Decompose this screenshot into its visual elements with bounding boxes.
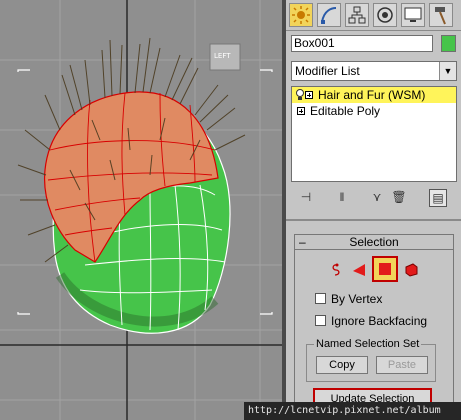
- stack-item-label: Hair and Fur (WSM): [318, 88, 426, 102]
- chevron-down-icon[interactable]: ▼: [439, 62, 456, 80]
- watermark-url: http://lcnetvip.pixnet.net/album: [244, 402, 461, 420]
- ignore-backfacing-checkbox[interactable]: [315, 315, 326, 326]
- modifier-stack[interactable]: Hair and Fur (WSM) Editable Poly: [291, 86, 457, 182]
- expand-icon[interactable]: [297, 107, 305, 115]
- hierarchy-icon: [348, 6, 366, 24]
- paste-button[interactable]: Paste: [376, 356, 428, 374]
- by-vertex-checkbox[interactable]: [315, 293, 326, 304]
- tab-modify[interactable]: [317, 3, 341, 27]
- stack-item-editable-poly[interactable]: Editable Poly: [292, 103, 456, 119]
- object-color-swatch[interactable]: [441, 35, 456, 52]
- tab-motion[interactable]: [373, 3, 397, 27]
- hammer-icon: [435, 7, 446, 25]
- face-icon: [379, 263, 391, 275]
- stack-item-label: Editable Poly: [310, 104, 381, 118]
- tab-hierarchy[interactable]: [345, 3, 369, 27]
- lightbulb-icon[interactable]: [295, 89, 305, 101]
- stack-item-hair-and-fur[interactable]: Hair and Fur (WSM): [292, 87, 456, 103]
- ignore-backfacing-label: Ignore Backfacing: [331, 314, 428, 328]
- motion-icon: [377, 7, 393, 23]
- panel-separator: [286, 219, 461, 221]
- tab-utilities[interactable]: [429, 3, 453, 27]
- collapse-icon: –: [299, 235, 306, 249]
- modifier-list-label: Modifier List: [295, 64, 360, 78]
- display-monitor-icon: [404, 7, 422, 22]
- selection-rollout-title: Selection: [349, 235, 399, 249]
- named-selection-set-title: Named Selection Set: [314, 338, 422, 350]
- show-end-result-icon[interactable]: ‖: [334, 189, 350, 205]
- remove-modifier-icon[interactable]: 🗑: [391, 189, 407, 205]
- face-selection-button[interactable]: [372, 256, 398, 282]
- modify-curve-icon: [321, 7, 337, 24]
- command-panel: Box001 Modifier List ▼ Hair and Fur (WSM…: [286, 0, 461, 420]
- edge-icon[interactable]: [350, 260, 368, 278]
- viewport-left[interactable]: LEFT: [0, 0, 284, 420]
- tab-display[interactable]: [401, 3, 425, 27]
- object-name-field[interactable]: Box001: [291, 35, 433, 52]
- expand-icon[interactable]: [305, 91, 313, 99]
- by-vertex-label: By Vertex: [331, 292, 383, 306]
- viewport-canvas: [0, 0, 284, 420]
- viewcube-label[interactable]: LEFT: [214, 52, 231, 60]
- selection-rollout-header[interactable]: – Selection: [294, 234, 454, 250]
- tab-create[interactable]: [289, 3, 313, 27]
- command-panel-tabs: [286, 0, 461, 31]
- element-icon[interactable]: [402, 260, 420, 278]
- copy-button[interactable]: Copy: [316, 356, 368, 374]
- pin-stack-icon[interactable]: ⊣: [298, 189, 314, 205]
- modifier-list-dropdown[interactable]: Modifier List ▼: [291, 61, 457, 81]
- configure-modifier-sets-icon[interactable]: ▤: [429, 189, 447, 207]
- make-unique-icon[interactable]: ⋎: [369, 189, 385, 205]
- sun-icon: [292, 6, 310, 24]
- vertex-icon[interactable]: [328, 260, 346, 278]
- stack-toolbar: ⊣ ‖ ⋎ 🗑 ▤: [286, 186, 461, 208]
